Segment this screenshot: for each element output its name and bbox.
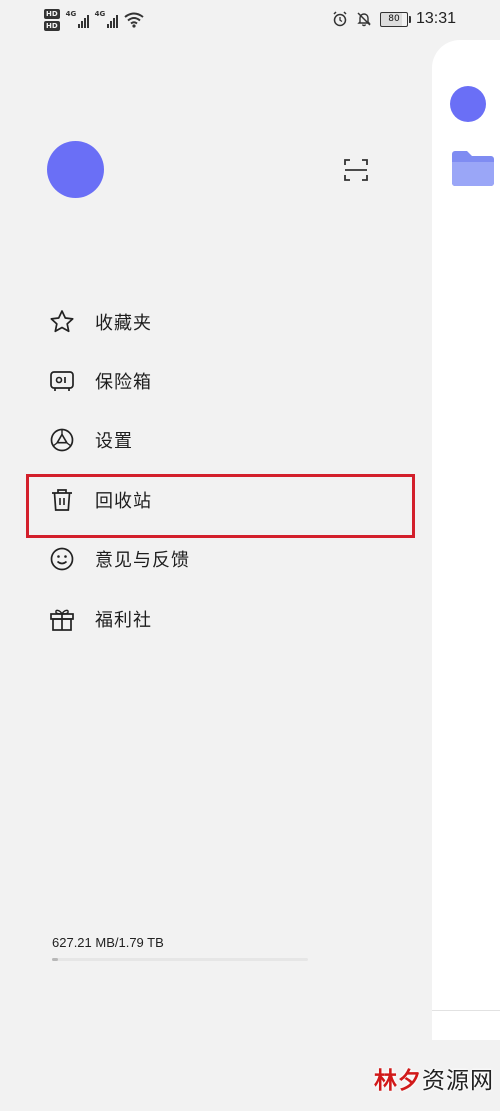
menu-item-label: 回收站 [95,490,152,512]
hd-badges: HD HD [44,9,60,31]
menu-item-settings[interactable]: 设置 [0,411,430,470]
network-type-label: 4G [65,10,77,18]
safe-icon [50,371,74,392]
storage-usage-text: 627.21 MB/1.79 TB [52,935,164,950]
menu-item-label: 意见与反馈 [95,550,190,572]
menu-item-welfare[interactable]: 福利社 [0,589,430,648]
battery-icon: 80 [379,11,411,27]
menu-item-label: 福利社 [95,609,152,631]
menu-item-label: 设置 [95,431,133,453]
smile-icon [50,547,74,571]
watermark-part2: 资源网 [422,1068,494,1094]
status-left: HD HD 4G 4G [44,6,144,34]
hd-badge: HD [44,21,60,31]
avatar [450,86,486,122]
menu-item-recycle-bin[interactable]: 回收站 [0,470,430,529]
background-main-panel [432,40,500,1040]
menu-item-safe[interactable]: 保险箱 [0,351,430,410]
drawer-menu: 收藏夹 保险箱 设置 回收站 意见与反馈 福利社 [0,292,430,648]
gift-icon [50,609,74,631]
scan-icon[interactable] [343,157,369,183]
folder-icon [452,151,494,186]
trash-icon [52,489,72,511]
watermark-part1: 林夕 [374,1068,422,1094]
cellular-signal-icon: 4G [65,10,89,28]
network-type-label: 4G [94,10,106,18]
hd-badge: HD [44,9,60,19]
storage-progress-fill [52,958,58,961]
status-bar: HD HD 4G 4G 80 13:31 [0,0,500,40]
star-icon [50,309,74,332]
mute-icon [357,12,371,27]
status-right: 80 13:31 [332,8,456,30]
menu-item-favorites[interactable]: 收藏夹 [0,292,430,351]
alarm-icon [333,11,347,27]
divider [432,1010,500,1011]
wifi-icon [124,12,144,28]
storage-progress-bar [52,958,308,961]
avatar[interactable] [47,141,104,198]
menu-item-label: 收藏夹 [95,312,152,334]
cellular-signal-icon: 4G [94,10,118,28]
watermark: 林夕资源网 [374,1061,494,1095]
settings-icon [50,429,74,452]
status-time: 13:31 [415,10,456,27]
menu-item-label: 保险箱 [95,372,152,394]
menu-item-feedback[interactable]: 意见与反馈 [0,530,430,589]
